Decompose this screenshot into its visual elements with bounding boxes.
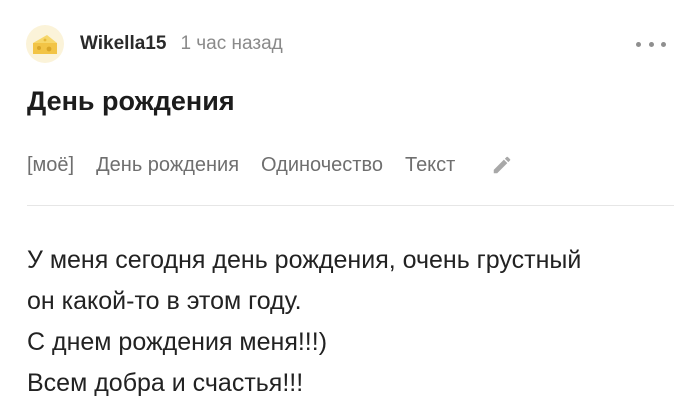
tag-moe[interactable]: [моё] [27, 154, 74, 177]
avatar[interactable] [26, 25, 64, 63]
body-line: Всем добра и счастья!!! [27, 369, 304, 397]
post-title[interactable]: День рождения [27, 86, 235, 117]
edit-tags-button[interactable] [489, 152, 515, 178]
tag-text[interactable]: Текст [405, 154, 455, 177]
post-time: 1 час назад [180, 33, 283, 54]
author-name[interactable]: Wikella15 [80, 33, 166, 55]
tag-birthday[interactable]: День рождения [96, 154, 239, 177]
body-line: он какой-то в этом году. [27, 287, 302, 315]
pencil-icon [494, 156, 511, 174]
body-line: С днем рождения меня!!!) [27, 328, 328, 356]
dot [661, 41, 666, 47]
dot [636, 41, 641, 47]
body-line: У меня сегодня день рождения, очень грус… [27, 246, 582, 274]
post-body: У меня сегодня день рождения, очень грус… [27, 240, 690, 404]
divider [27, 205, 674, 206]
tag-loneliness[interactable]: Одиночество [261, 154, 383, 177]
dot [648, 41, 654, 47]
tag-list: [моё] День рождения Одиночество Текст [27, 152, 515, 178]
more-dots-icon[interactable] [636, 34, 666, 54]
cheese-avatar-icon [33, 35, 57, 54]
post-header: Wikella15 1 час назад [26, 24, 676, 64]
post-card: Wikella15 1 час назад День рождения [моё… [0, 0, 700, 417]
